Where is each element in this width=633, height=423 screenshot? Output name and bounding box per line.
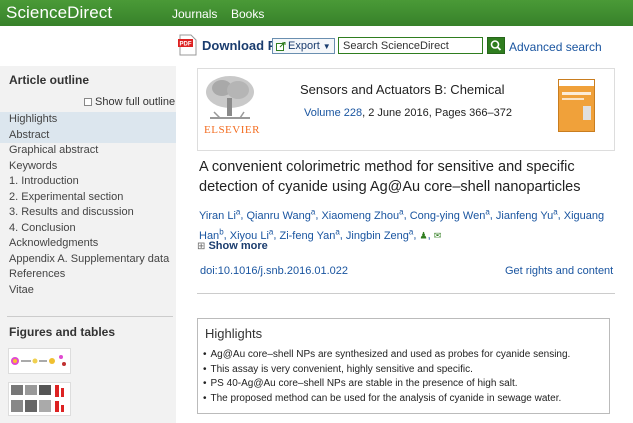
list-item: This assay is very convenient, highly se…: [203, 363, 608, 378]
show-full-outline-label: Show full outline: [95, 96, 176, 108]
figure-thumbnail[interactable]: [8, 382, 71, 416]
toolbar: PDF Download PDF Export ▼ Advanced searc…: [0, 26, 633, 66]
top-bar: ScienceDirect Journals Books: [0, 0, 633, 26]
outline-item-acknowledgments[interactable]: Acknowledgments: [0, 236, 176, 252]
article-outline-sidebar: Article outline Show full outline Highli…: [0, 66, 176, 423]
outline-item-vitae[interactable]: Vitae: [0, 283, 176, 299]
outline-item-results[interactable]: 3. Results and discussion: [0, 205, 176, 221]
author-link[interactable]: Cong-ying Wena: [410, 207, 490, 222]
outline-item-graphical-abstract[interactable]: Graphical abstract: [0, 143, 176, 159]
author-link[interactable]: Yiran Lia: [199, 207, 240, 222]
doi-link[interactable]: doi:10.1016/j.snb.2016.01.022: [200, 265, 348, 277]
volume-line: Volume 228, 2 June 2016, Pages 366–372: [304, 107, 512, 119]
person-icon[interactable]: ♟: [420, 231, 428, 241]
author-link[interactable]: Zi-feng Yana: [279, 227, 339, 242]
figure-thumbnail[interactable]: [8, 348, 71, 374]
email-icon[interactable]: ✉: [434, 231, 442, 241]
article-title: A convenient colorimetric method for sen…: [199, 159, 581, 195]
rights-link[interactable]: Get rights and content: [505, 265, 613, 277]
pdf-icon: PDF: [178, 34, 198, 56]
sciencedirect-logo[interactable]: ScienceDirect: [6, 3, 112, 23]
expand-icon: ⊞: [197, 241, 206, 252]
show-full-outline-checkbox[interactable]: [84, 98, 92, 106]
outline-item-experimental[interactable]: 2. Experimental section: [0, 190, 176, 206]
advanced-search-link[interactable]: Advanced search: [509, 40, 602, 54]
nav-journals[interactable]: Journals: [172, 7, 217, 21]
journal-title[interactable]: Sensors and Actuators B: Chemical: [300, 82, 505, 97]
author-list: Yiran Lia, Qianru Wanga, Xiaomeng Zhoua,…: [199, 207, 605, 242]
section-divider: [197, 293, 615, 294]
search-icon: [490, 40, 502, 51]
show-more-label: Show more: [208, 240, 268, 252]
outline-item-abstract[interactable]: Abstract: [0, 127, 176, 143]
outline-item-references[interactable]: References: [0, 267, 176, 283]
author-link[interactable]: Xiaomeng Zhoua: [321, 207, 403, 222]
search-input[interactable]: [338, 37, 483, 54]
highlights-title: Highlights: [205, 326, 263, 341]
outline-title: Article outline: [9, 73, 90, 87]
export-label: Export: [288, 40, 320, 52]
outline-item-keywords[interactable]: Keywords: [0, 159, 176, 175]
publisher-name: ELSEVIER: [204, 124, 260, 136]
author-link[interactable]: Jianfeng Yua: [496, 207, 558, 222]
nav-books[interactable]: Books: [231, 7, 264, 21]
show-more-button[interactable]: ⊞ Show more: [197, 240, 268, 252]
svg-text:PDF: PDF: [180, 42, 192, 48]
outline-item-conclusion[interactable]: 4. Conclusion: [0, 221, 176, 237]
list-item: The proposed method can be used for the …: [203, 392, 608, 407]
outline-item-appendix[interactable]: Appendix A. Supplementary data: [0, 252, 176, 268]
author-link[interactable]: Qianru Wanga: [246, 207, 315, 222]
list-item: PS 40-Ag@Au core–shell NPs are stable in…: [203, 377, 608, 392]
show-full-outline-toggle[interactable]: Show full outline: [84, 96, 175, 108]
outline-item-introduction[interactable]: 1. Introduction: [0, 174, 176, 190]
search-button[interactable]: [487, 37, 505, 54]
list-item: Ag@Au core–shell NPs are synthesized and…: [203, 348, 608, 363]
author-link[interactable]: Jingbin Zenga: [346, 227, 413, 242]
chevron-down-icon: ▼: [322, 41, 331, 51]
outline-list: Highlights Abstract Graphical abstract K…: [0, 112, 176, 298]
highlights-list: Ag@Au core–shell NPs are synthesized and…: [203, 348, 608, 406]
figures-tables-title: Figures and tables: [9, 325, 116, 339]
export-button[interactable]: Export ▼: [272, 38, 335, 54]
journal-cover[interactable]: [558, 79, 595, 132]
sidebar-divider: [7, 316, 173, 317]
volume-link[interactable]: Volume 228: [304, 107, 362, 119]
outline-item-highlights[interactable]: Highlights: [0, 112, 176, 128]
issue-details: , 2 June 2016, Pages 366–372: [362, 107, 512, 119]
export-icon: [276, 41, 286, 51]
